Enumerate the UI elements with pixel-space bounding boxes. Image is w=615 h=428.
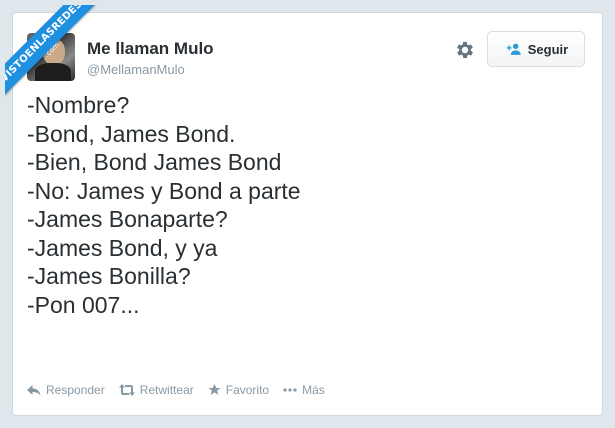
favorite-label: Favorito	[225, 383, 270, 397]
tweet-actions: Responder Retwittear Favorito Más	[27, 383, 325, 397]
retweet-button[interactable]: Retwittear	[118, 383, 194, 397]
reply-label: Responder	[46, 383, 105, 397]
user-handle[interactable]: @MellamanMulo	[87, 62, 185, 77]
retweet-icon	[118, 384, 135, 396]
star-icon	[208, 384, 221, 395]
tweet-line: -James Bonilla?	[27, 263, 191, 289]
tweet-line: -Nombre?	[27, 92, 130, 118]
reply-button[interactable]: Responder	[27, 383, 105, 397]
tweet-text: -Nombre? -Bond, James Bond. -Bien, Bond …	[27, 91, 301, 319]
tweet-line: -James Bonaparte?	[27, 206, 228, 232]
more-button[interactable]: Más	[283, 383, 325, 397]
tweet-line: -Pon 007...	[27, 291, 140, 318]
favorite-button[interactable]: Favorito	[208, 383, 269, 397]
avatar[interactable]	[27, 33, 75, 81]
gear-icon[interactable]	[454, 39, 476, 61]
reply-icon	[27, 385, 41, 396]
tweet-card: VISTOENLASREDES .com Me llaman Mulo @Mel…	[5, 5, 603, 416]
more-icon	[283, 388, 297, 392]
follow-button[interactable]: Seguir	[487, 31, 585, 67]
add-user-icon	[506, 43, 521, 55]
tweet-line: -James Bond, y ya	[27, 234, 218, 261]
tweet-line: -Bien, Bond James Bond	[27, 149, 282, 175]
retweet-label: Retwittear	[139, 383, 194, 397]
follow-button-label: Seguir	[527, 41, 569, 57]
tweet-line: -Bond, James Bond.	[27, 120, 236, 147]
display-name[interactable]: Me llaman Mulo	[87, 39, 214, 59]
more-label: Más	[302, 383, 325, 397]
tweet-line: -No: James y Bond a parte	[27, 177, 301, 204]
